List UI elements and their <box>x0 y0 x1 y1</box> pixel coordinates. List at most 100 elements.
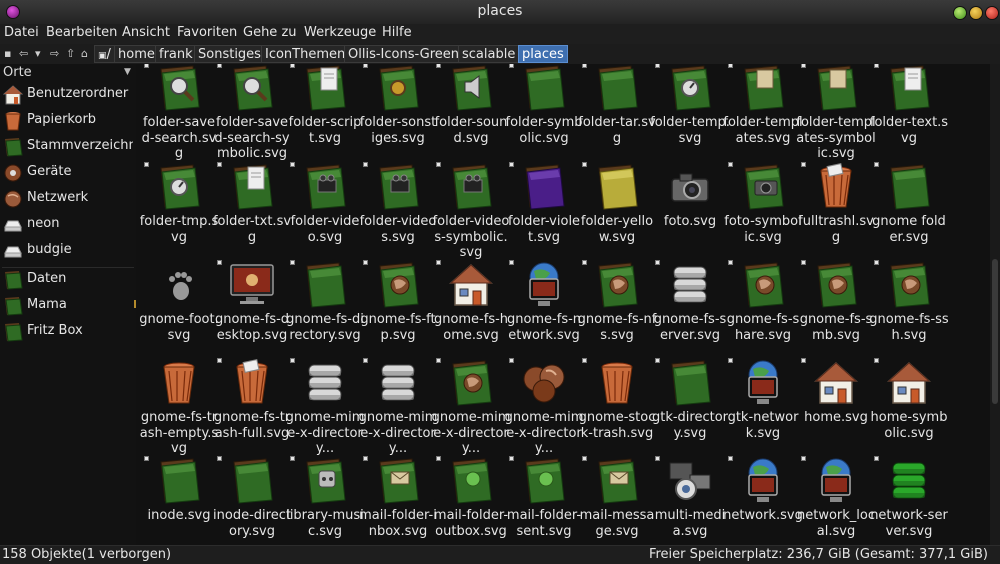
file-item[interactable]: gnome-fs-directory.svg <box>286 260 364 359</box>
breadcrumb-ollis-icons-green[interactable]: Ollis-Icons-Green <box>344 45 464 63</box>
places-icon[interactable]: ▪ <box>4 47 11 61</box>
file-item[interactable]: gnome-fs-server.svg <box>654 260 726 359</box>
file-item[interactable]: gnome-fs-network.svg <box>507 260 581 359</box>
file-item[interactable]: folder-saved-search.svg <box>142 64 216 162</box>
menu-bearbeiten[interactable]: Bearbeiten <box>46 25 117 40</box>
scrollbar-thumb[interactable] <box>992 259 998 404</box>
sidebar-item-daten[interactable]: Daten <box>0 268 134 292</box>
file-item[interactable]: folder-templates-symbolic.svg <box>796 64 876 162</box>
trash-full-icon <box>228 359 276 407</box>
file-item[interactable]: gnome-fs-desktop.svg <box>215 260 289 359</box>
file-item[interactable]: folder-videos-symbolic.svg <box>433 162 509 261</box>
back-icon[interactable]: ⇦ <box>19 47 28 61</box>
breadcrumb-frank[interactable]: frank <box>155 45 197 63</box>
breadcrumb-sonstiges[interactable]: Sonstiges <box>194 45 265 63</box>
up-icon[interactable]: ⇧ <box>66 47 75 61</box>
file-item[interactable]: mail-folder-sent.svg <box>507 456 581 545</box>
file-item[interactable]: folder-saved-search-symbolic.svg <box>214 64 290 162</box>
symlink-badge-icon <box>655 358 660 363</box>
menu-favoriten[interactable]: Favoriten <box>177 25 237 40</box>
minimize-button[interactable] <box>953 6 967 20</box>
file-item[interactable]: folder-temp.svg <box>650 64 730 162</box>
file-item[interactable]: home.svg <box>800 358 872 457</box>
breadcrumb-iconthemen[interactable]: IconThemen <box>261 45 350 63</box>
video-folder-icon <box>374 163 422 211</box>
file-item[interactable]: inode-directory.svg <box>213 456 291 545</box>
file-item[interactable]: gnome folder.svg <box>872 162 946 261</box>
sidebar-header[interactable]: Orte ▼ <box>0 65 134 81</box>
close-button[interactable] <box>985 6 999 20</box>
file-item[interactable]: folder-tar.svg <box>578 64 656 162</box>
file-item[interactable]: gnome-mime-x-directory... <box>286 358 364 457</box>
file-item[interactable]: folder-text.svg <box>870 64 948 162</box>
file-item[interactable]: fulltrashl.svg <box>798 162 874 261</box>
menu-hilfe[interactable]: Hilfe <box>382 25 412 40</box>
menu-werkzeuge[interactable]: Werkzeuge <box>304 25 376 40</box>
file-item[interactable]: folder-yellow.svg <box>581 162 653 261</box>
vertical-scrollbar[interactable] <box>990 64 1000 545</box>
file-item[interactable]: network_local.svg <box>797 456 875 545</box>
home-nav-icon[interactable]: ⌂ <box>81 47 88 61</box>
file-item[interactable]: gnome-fs-ftp.svg <box>360 260 436 359</box>
sidebar-item-label: Fritz Box <box>27 323 83 338</box>
file-item[interactable]: mail-folder-inbox.svg <box>359 456 437 545</box>
file-item[interactable]: network.svg <box>723 456 803 545</box>
forward-icon[interactable]: ⇨ <box>50 47 59 61</box>
file-item[interactable]: gnome-fs-trash-empty.svg <box>140 359 218 457</box>
menu-ansicht[interactable]: Ansicht <box>122 25 170 40</box>
symlink-badge-icon <box>655 64 660 68</box>
breadcrumb-scalable[interactable]: scalable <box>458 45 520 63</box>
file-item[interactable]: folder-videos.svg <box>360 162 436 261</box>
menu-datei[interactable]: Datei <box>4 25 39 40</box>
file-item[interactable]: gnome-fs-ssh.svg <box>869 260 949 359</box>
sidebar-item-papierkorb[interactable]: Papierkorb <box>0 109 134 133</box>
sidebar-item-stammverzeichnis[interactable]: Stammverzeichnis <box>0 135 134 159</box>
sidebar-item-mama[interactable]: Mama <box>0 294 134 318</box>
file-item[interactable]: multi-media.svg <box>654 456 726 545</box>
file-item[interactable]: mail-message.svg <box>580 456 654 545</box>
file-item[interactable]: folder-templates.svg <box>723 64 803 162</box>
file-item[interactable]: foto-symbolic.svg <box>724 162 802 261</box>
sidebar-item-ger-te[interactable]: Geräte <box>0 161 134 185</box>
sidebar-item-benutzerordner[interactable]: Benutzerordner <box>0 83 134 107</box>
file-item[interactable]: home-symbolic.svg <box>871 358 947 457</box>
file-item[interactable]: folder-script.svg <box>289 64 361 162</box>
file-item[interactable]: network-server.svg <box>870 456 948 545</box>
file-item[interactable]: gnome-mime-x-directory... <box>505 358 583 457</box>
file-item[interactable]: folder-sound.svg <box>435 64 507 162</box>
file-item[interactable]: folder-sonstiges.svg <box>360 64 436 162</box>
file-item[interactable]: folder-tmp.svg <box>140 162 218 261</box>
history-down-icon[interactable]: ▾ <box>35 47 41 61</box>
maximize-button[interactable] <box>969 6 983 20</box>
breadcrumb-places[interactable]: places <box>518 45 568 63</box>
file-item[interactable]: gnome-stock-trash.svg <box>579 358 655 457</box>
file-item[interactable]: folder-violet.svg <box>508 162 580 261</box>
file-item[interactable]: library-music.svg <box>286 456 364 545</box>
breadcrumb-home[interactable]: home <box>114 45 159 63</box>
file-item[interactable]: folder-video.svg <box>289 162 361 261</box>
file-item[interactable]: gnome-mime-x-directory... <box>432 358 510 457</box>
menu-gehe-zu[interactable]: Gehe zu <box>243 25 297 40</box>
sidebar-item-label: Geräte <box>27 164 72 179</box>
camera-icon <box>666 163 714 211</box>
file-item[interactable]: mail-folder-outbox.svg <box>434 456 508 545</box>
file-item[interactable]: gnome-fs-nfs.svg <box>578 260 656 359</box>
sidebar-item-fritz-box[interactable]: Fritz Box <box>0 320 134 344</box>
sidebar-item-netzwerk[interactable]: Netzwerk <box>0 187 134 211</box>
file-item[interactable]: gnome-fs-home.svg <box>434 260 508 359</box>
file-item[interactable]: inode.svg <box>143 456 215 545</box>
file-item[interactable]: folder-symbolic.svg <box>506 64 582 162</box>
file-item[interactable]: gnome-fs-trash-full.svg <box>214 358 290 457</box>
file-item[interactable]: gnome-fs-share.svg <box>727 260 799 359</box>
symlink-badge-icon <box>874 162 879 167</box>
sidebar-item-budgie[interactable]: budgie <box>0 239 134 263</box>
sidebar-item-neon[interactable]: neon <box>0 213 134 237</box>
file-item[interactable]: gnome-fs-smb.svg <box>800 260 872 359</box>
file-item[interactable]: gnome-mime-x-directory... <box>359 358 437 457</box>
file-item[interactable]: gnome-foot.svg <box>139 261 219 359</box>
file-item[interactable]: folder-txt.svg <box>213 162 291 261</box>
file-item[interactable]: gtk-network.svg <box>727 358 799 457</box>
breadcrumb-root[interactable]: ▣/ <box>94 45 115 63</box>
file-item[interactable]: foto.svg <box>654 163 726 261</box>
file-item[interactable]: gtk-directory.svg <box>652 358 728 457</box>
